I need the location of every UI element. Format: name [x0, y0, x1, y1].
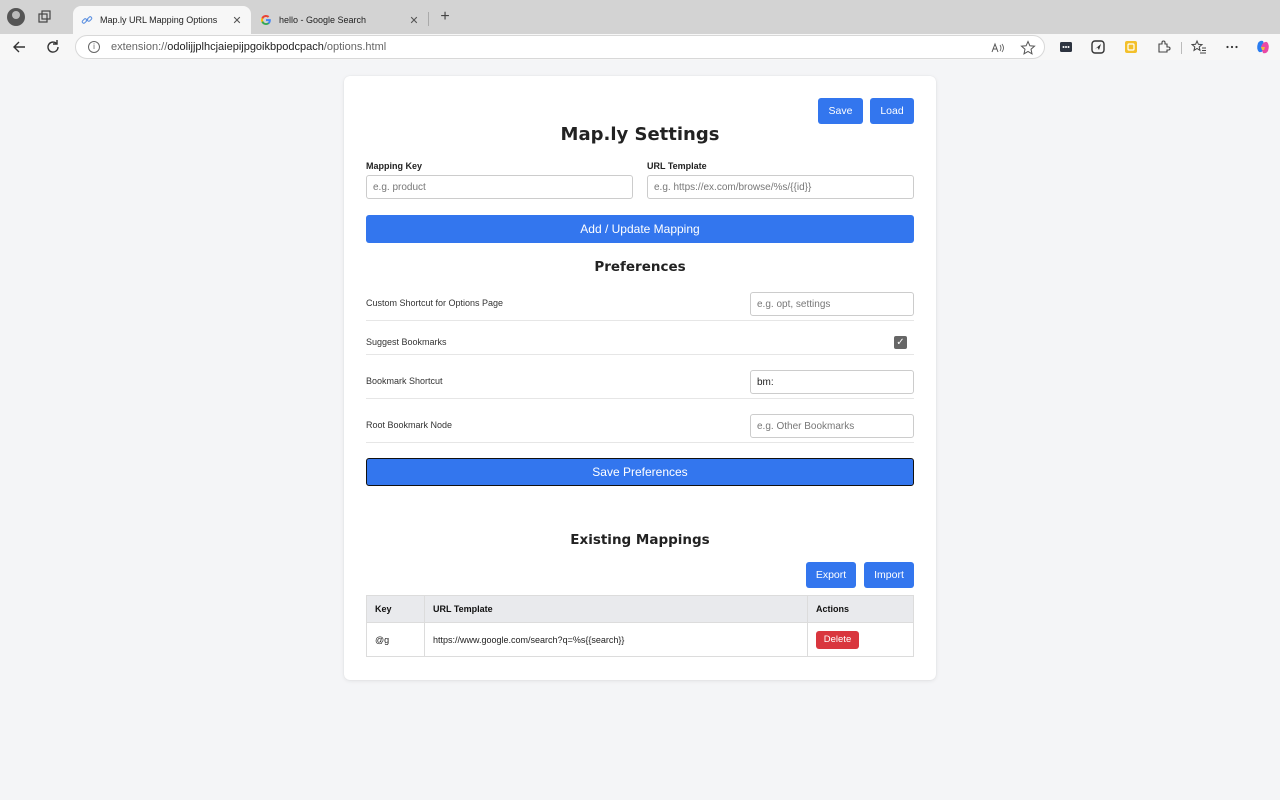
- mapping-actions-cell: Delete: [807, 622, 914, 657]
- close-tab-icon[interactable]: ✕: [406, 14, 422, 27]
- mappings-table: Key URL Template Actions @g https://www.…: [366, 595, 914, 657]
- send-extension-icon[interactable]: [1090, 39, 1106, 55]
- new-tab-button[interactable]: +: [436, 8, 454, 26]
- save-settings-button[interactable]: Save: [818, 98, 863, 124]
- url-host: odolijjplhcjaiepijpgoikbpodcpach: [167, 41, 324, 53]
- url-text[interactable]: extension://odolijjplhcjaiepijpgoikbpodc…: [111, 41, 386, 53]
- read-aloud-icon[interactable]: [990, 40, 1006, 56]
- existing-mappings-title: Existing Mappings: [570, 532, 710, 548]
- shortcut-label: Custom Shortcut for Options Page: [366, 298, 504, 308]
- url-template-label: URL Template: [647, 161, 707, 171]
- add-update-mapping-button[interactable]: Add / Update Mapping: [366, 215, 914, 243]
- copilot-icon[interactable]: [1255, 39, 1271, 55]
- refresh-icon[interactable]: [44, 38, 62, 56]
- url-scheme: extension://: [111, 41, 168, 53]
- table-header-row: Key URL Template Actions: [366, 595, 914, 623]
- bookmark-shortcut-label: Bookmark Shortcut: [366, 376, 443, 386]
- more-options-icon[interactable]: [1224, 39, 1240, 55]
- tab-separator: [428, 12, 429, 26]
- url-path: /options.html: [323, 41, 387, 53]
- mapping-key-cell: @g: [366, 622, 425, 657]
- favorites-icon[interactable]: [1191, 39, 1207, 55]
- column-header-key: Key: [366, 595, 425, 623]
- import-button[interactable]: Import: [864, 562, 914, 588]
- profile-avatar[interactable]: [7, 8, 25, 26]
- bookmark-shortcut-input[interactable]: [750, 370, 914, 394]
- pref-row-suggest-bookmarks: Suggest Bookmarks ✓: [366, 321, 914, 355]
- table-row: @g https://www.google.com/search?q=%s{{s…: [366, 622, 914, 657]
- browser-toolbar: i extension://odolijjplhcjaiepijpgoikbpo…: [0, 34, 1280, 60]
- tab-title: hello - Google Search: [279, 15, 367, 25]
- favorite-star-icon[interactable]: [1020, 40, 1036, 56]
- toolbar-divider: [1181, 42, 1182, 54]
- pref-row-shortcut: Custom Shortcut for Options Page: [366, 286, 914, 321]
- pref-row-root-node: Root Bookmark Node: [366, 399, 914, 443]
- delete-mapping-button[interactable]: Delete: [816, 630, 859, 649]
- shortcut-input[interactable]: [750, 292, 914, 316]
- google-icon: [261, 15, 271, 25]
- load-settings-button[interactable]: Load: [870, 98, 914, 124]
- column-header-template: URL Template: [424, 595, 808, 623]
- tab-bar: Map.ly URL Mapping Options ✕ hello - Goo…: [0, 0, 1280, 34]
- close-tab-icon[interactable]: ✕: [229, 14, 245, 27]
- mapping-key-label: Mapping Key: [366, 161, 423, 171]
- address-bar[interactable]: i extension://odolijjplhcjaiepijpgoikbpo…: [75, 35, 1045, 59]
- mapping-key-input[interactable]: [366, 175, 633, 199]
- tab-options[interactable]: Map.ly URL Mapping Options ✕: [73, 6, 251, 34]
- export-button[interactable]: Export: [806, 562, 856, 588]
- suggest-bookmarks-label: Suggest Bookmarks: [366, 337, 447, 347]
- column-header-actions: Actions: [807, 595, 914, 623]
- workspaces-icon[interactable]: [38, 10, 52, 24]
- save-preferences-button[interactable]: Save Preferences: [366, 458, 914, 486]
- settings-card: Save Load Map.ly Settings Mapping Key UR…: [344, 76, 936, 680]
- mapping-template-cell: https://www.google.com/search?q=%s{{sear…: [424, 622, 808, 657]
- root-node-input[interactable]: [750, 414, 914, 438]
- tab-title: Map.ly URL Mapping Options: [100, 15, 218, 25]
- link-icon: [81, 16, 93, 24]
- suggest-bookmarks-checkbox[interactable]: ✓: [894, 336, 907, 349]
- url-template-input[interactable]: [647, 175, 914, 199]
- notes-extension-icon[interactable]: [1123, 39, 1139, 55]
- back-icon[interactable]: [11, 38, 29, 56]
- root-node-label: Root Bookmark Node: [366, 420, 453, 430]
- pref-row-bookmark-shortcut: Bookmark Shortcut: [366, 355, 914, 399]
- tab-google-search[interactable]: hello - Google Search ✕: [252, 6, 428, 34]
- page-title: Map.ly Settings: [560, 124, 720, 145]
- extensions-puzzle-icon[interactable]: [1155, 39, 1171, 55]
- info-icon[interactable]: i: [88, 41, 100, 53]
- preferences-title: Preferences: [594, 259, 686, 275]
- password-manager-icon[interactable]: [1058, 39, 1074, 55]
